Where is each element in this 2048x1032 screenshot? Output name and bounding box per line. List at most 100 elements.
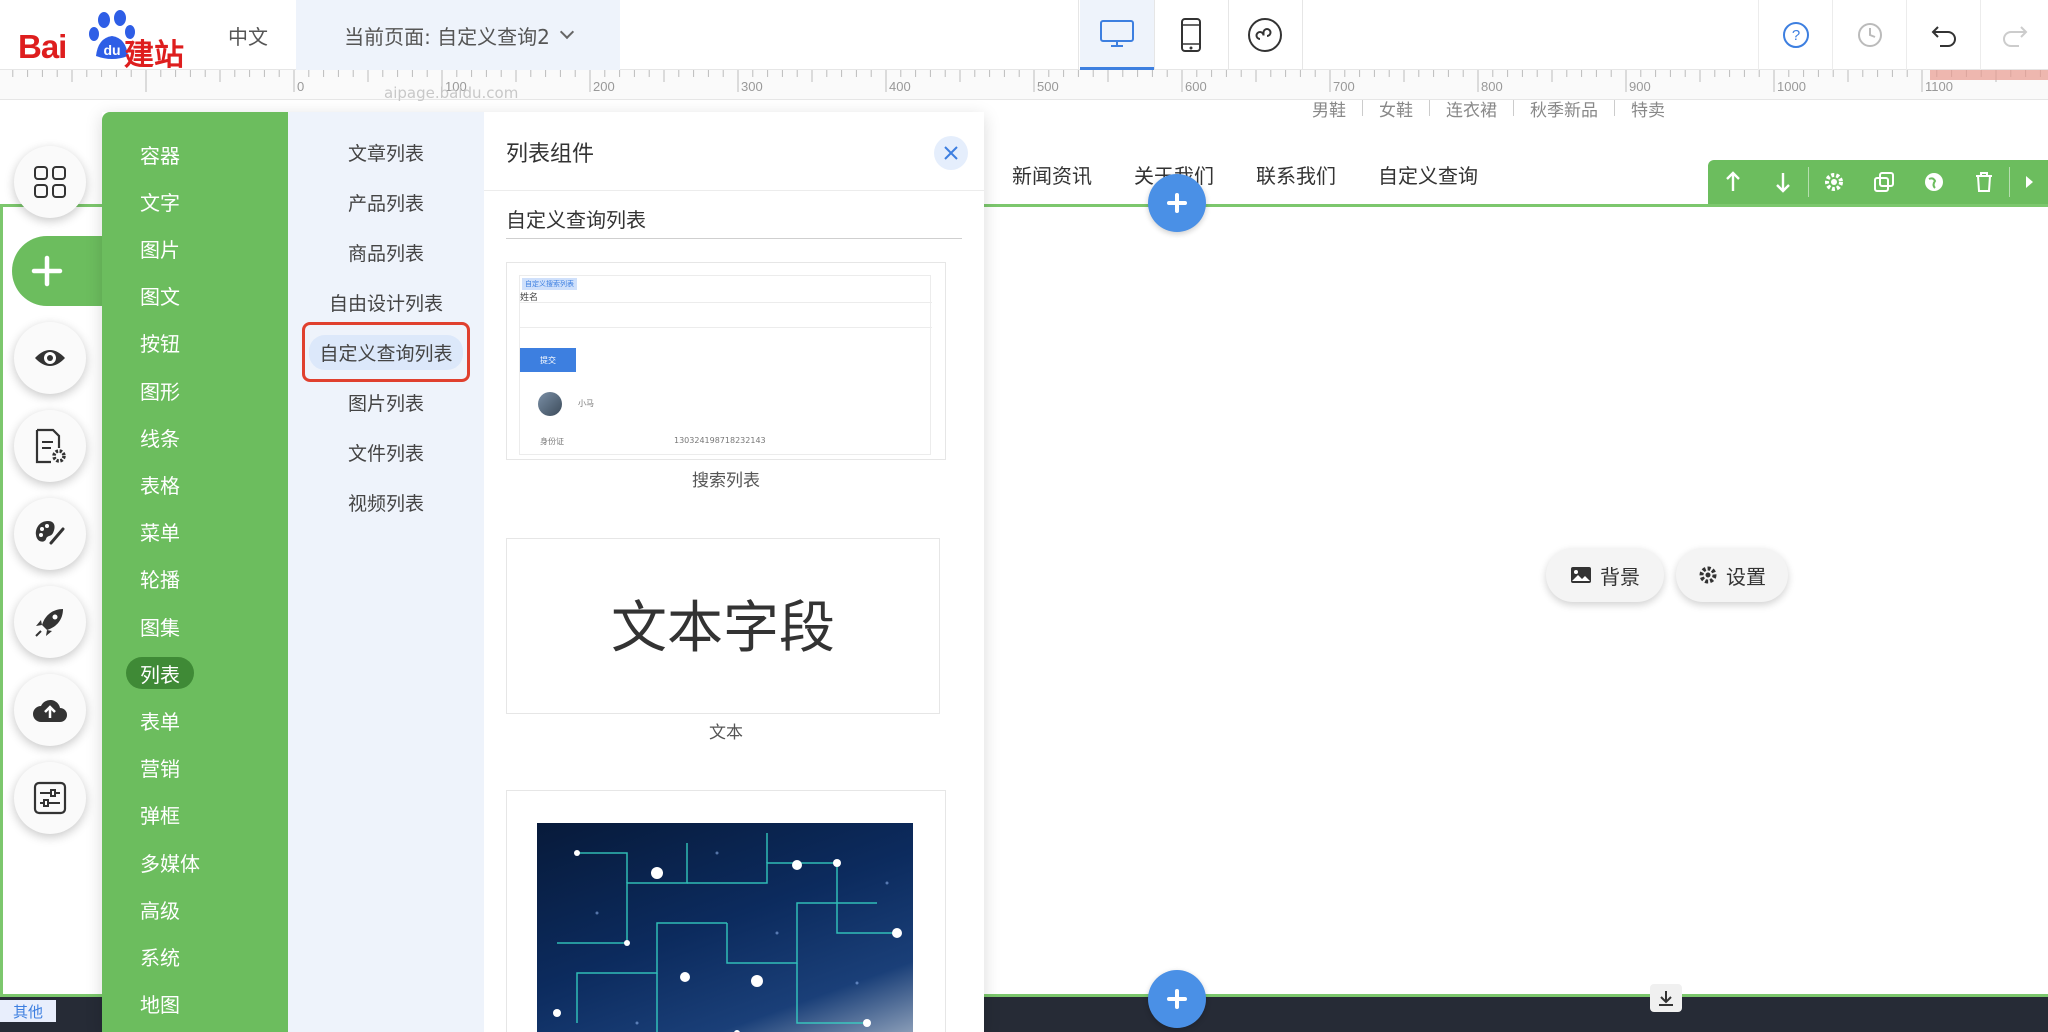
add-component-tab[interactable] — [12, 236, 104, 306]
component-card-search-list[interactable]: 自定义搜索列表 姓名 提交 小马 身份证 130324198718232143 — [506, 262, 946, 460]
subcategory-label: 商品列表 — [347, 242, 424, 265]
download-button[interactable] — [1650, 984, 1682, 1012]
tech-network-image — [537, 823, 913, 1032]
main-nav-item[interactable]: 新闻资讯 — [1012, 160, 1092, 190]
category-item[interactable]: 容器 — [126, 138, 194, 170]
logo-text: Bai — [18, 28, 67, 65]
category-item[interactable]: 轮播 — [126, 563, 194, 595]
upload-button[interactable] — [14, 674, 86, 746]
category-item[interactable]: 表格 — [126, 468, 194, 500]
component-card-text[interactable]: 文本字段 — [506, 538, 940, 714]
category-item[interactable]: 多媒体 — [126, 846, 214, 878]
category-item[interactable]: 图片 — [126, 232, 194, 264]
page-settings-button[interactable] — [14, 410, 86, 482]
sub-nav-item[interactable]: 秋季新品 — [1514, 96, 1614, 121]
card-caption: 文本 — [709, 723, 743, 743]
help-button[interactable]: ? — [1758, 0, 1832, 70]
theme-button[interactable] — [14, 498, 86, 570]
undo-button[interactable] — [1906, 0, 1980, 70]
ruler-label: 500 — [1037, 79, 1059, 94]
site-sub-nav: 男鞋 女鞋 连衣裙 秋季新品 特卖 — [1296, 96, 1681, 121]
undo-icon — [1931, 26, 1956, 47]
category-item[interactable]: 营销 — [126, 752, 194, 784]
main-nav-item[interactable]: 自定义查询 — [1378, 160, 1478, 190]
category-item[interactable]: 系统 — [126, 940, 194, 972]
preview-submit: 提交 — [520, 348, 576, 372]
preview-button[interactable] — [14, 322, 86, 394]
move-up-button[interactable] — [1708, 160, 1758, 204]
mobile-view-button[interactable] — [1154, 0, 1228, 70]
toolbar-expand-button[interactable] — [2010, 160, 2048, 204]
category-active[interactable]: 列表 — [126, 657, 194, 690]
sub-nav-item[interactable]: 特卖 — [1615, 96, 1681, 121]
category-item[interactable]: 菜单 — [126, 516, 194, 548]
component-card-image[interactable] — [506, 790, 946, 1032]
close-panel-button[interactable] — [934, 136, 968, 170]
category-item[interactable]: 线条 — [126, 421, 194, 453]
category-item[interactable]: 地图 — [126, 988, 194, 1020]
subcategory-item[interactable]: 文件列表 — [288, 436, 484, 468]
subcategory-item[interactable]: 文章列表 — [288, 136, 484, 168]
history-button[interactable] — [1832, 0, 1906, 70]
move-down-button[interactable] — [1758, 160, 1808, 204]
caret-right-icon — [2026, 176, 2033, 188]
category-column: 容器文字图片图文按钮图形线条表格菜单轮播图集列表表单营销弹框多媒体高级系统地图 — [102, 112, 288, 1032]
subcategory-item[interactable]: 视频列表 — [288, 486, 484, 518]
category-item[interactable]: 图集 — [126, 610, 194, 642]
publish-button[interactable] — [14, 586, 86, 658]
ruler-label: 900 — [1629, 79, 1651, 94]
copy-section-button[interactable] — [1859, 160, 1909, 204]
redo-button[interactable] — [1980, 0, 2048, 70]
trash-icon — [1976, 172, 1992, 192]
components-overview-button[interactable] — [14, 146, 86, 218]
image-icon — [1571, 567, 1591, 583]
chevron-down-icon — [559, 24, 574, 40]
category-item[interactable]: 弹框 — [126, 799, 194, 831]
subcategory-item[interactable]: 商品列表 — [288, 236, 484, 268]
ruler-label: 400 — [889, 79, 911, 94]
ruler-ticks — [12, 70, 2041, 92]
global-section-button[interactable] — [1909, 160, 1959, 204]
sub-nav-item[interactable]: 连衣裙 — [1430, 96, 1513, 121]
language-switch[interactable]: 中文 — [200, 0, 296, 70]
category-item[interactable]: 高级 — [126, 893, 194, 925]
add-section-below-button[interactable] — [1148, 970, 1206, 1028]
category-item[interactable]: 表单 — [126, 704, 194, 736]
section-tag[interactable]: 其他 — [0, 1000, 56, 1022]
subcategory-item[interactable]: 产品列表 — [288, 186, 484, 218]
desktop-view-button[interactable] — [1080, 0, 1154, 70]
ruler-label: 200 — [593, 79, 615, 94]
component-list: 列表组件 自定义查询列表 自定义搜索列表 姓名 提交 小马 身份证 130324… — [484, 112, 984, 1032]
section-settings-button[interactable] — [1809, 160, 1859, 204]
panel-title: 列表组件 — [506, 142, 595, 167]
sub-nav-item[interactable]: 男鞋 — [1296, 96, 1362, 121]
top-bar: Bai du 建站 中文 当前页面: 自定义查询2 ? — [0, 0, 2048, 73]
subcategory-item[interactable]: 自由设计列表 — [288, 286, 484, 318]
ruler-highlight — [1930, 70, 2048, 80]
subcategory-item[interactable]: 自定义查询列表 — [288, 334, 484, 370]
ruler-label: 700 — [1333, 79, 1355, 94]
preview-id-value: 130324198718232143 — [674, 436, 766, 445]
category-item[interactable]: 图形 — [126, 374, 194, 406]
page-selector[interactable]: 当前页面: 自定义查询2 — [296, 0, 620, 70]
text-field-preview: 文本字段 — [611, 596, 835, 661]
delete-section-button[interactable] — [1959, 160, 2009, 204]
gear-icon — [1699, 566, 1717, 584]
category-item[interactable]: 按钮 — [126, 327, 194, 359]
redo-icon — [2002, 26, 2027, 47]
category-item[interactable]: 图文 — [126, 280, 194, 312]
logo-du: du — [103, 42, 120, 58]
baidu-logo[interactable]: Bai du 建站 — [18, 8, 190, 73]
subcategory-label: 图片列表 — [347, 392, 424, 415]
settings-button[interactable]: 设置 — [1676, 548, 1788, 602]
category-item[interactable]: 文字 — [126, 185, 194, 217]
add-section-above-button[interactable] — [1148, 174, 1206, 232]
main-nav-item[interactable]: 联系我们 — [1256, 160, 1336, 190]
sub-nav-item[interactable]: 女鞋 — [1363, 96, 1429, 121]
clock-icon — [1857, 23, 1882, 47]
miniprogram-view-button[interactable] — [1228, 0, 1302, 70]
subcategory-item[interactable]: 图片列表 — [288, 386, 484, 418]
component-panel: 容器 文字 图片 图文 按钮 图形 线条 表格 菜单 轮播 图集 列表 表单 营销 弹框 多媒体 高级 系统 地图 … — [102, 112, 984, 1032]
site-settings-button[interactable] — [14, 762, 86, 834]
background-button[interactable]: 背景 — [1546, 548, 1664, 602]
